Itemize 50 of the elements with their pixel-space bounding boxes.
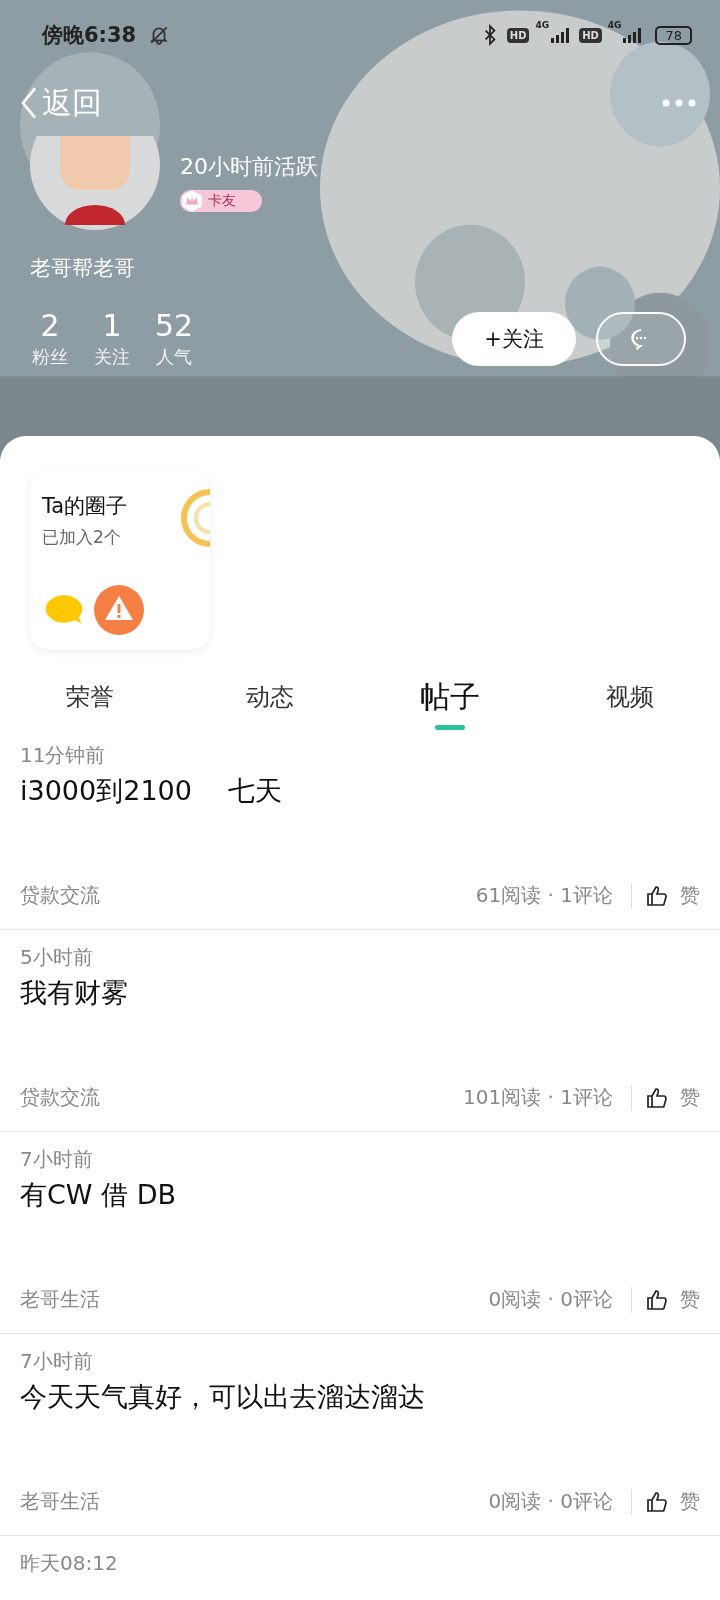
status-time: 傍晚6:38: [42, 22, 137, 49]
post-time: 昨天08:12: [20, 1550, 119, 1577]
stat-value: 1: [102, 308, 122, 343]
tab[interactable]: 帖子: [360, 666, 540, 728]
post-stats: 101阅读 · 1评论: [463, 1084, 613, 1111]
post-title[interactable]: 有CW 借 DB: [20, 1177, 700, 1213]
like-button[interactable]: 赞: [646, 882, 700, 909]
post-category[interactable]: 贷款交流: [20, 1084, 100, 1111]
thumbs-up-icon: [646, 1490, 668, 1513]
stat-label: 关注: [94, 345, 130, 369]
thumbs-up-icon: [646, 884, 668, 907]
like-button[interactable]: 赞: [646, 1286, 700, 1313]
stat-label: 粉丝: [32, 345, 68, 369]
stat-value: 2: [40, 308, 60, 343]
last-active-text: 20小时前活跃: [180, 153, 318, 181]
stat-value: 52: [154, 308, 194, 343]
network-label: 4G: [535, 20, 550, 30]
stat-label: 人气: [156, 345, 192, 369]
message-button[interactable]: [596, 311, 686, 366]
badge-text: 卡友: [208, 192, 236, 210]
like-button[interactable]: 赞: [646, 1084, 700, 1111]
post-stats: 0阅读 · 0评论: [488, 1286, 613, 1313]
post-time: 5小时前: [20, 944, 94, 971]
user-signature: 老哥帮老哥: [30, 255, 136, 282]
post-stats: 0阅读 · 0评论: [488, 1488, 613, 1515]
post-title[interactable]: 我有财雾: [20, 975, 700, 1011]
tab[interactable]: 荣誉: [0, 666, 180, 728]
circles-count: 已加入2个: [42, 526, 122, 549]
circles-card[interactable]: Ta的圈子 已加入2个: [30, 470, 210, 650]
post-category[interactable]: 老哥生活: [20, 1488, 100, 1515]
back-icon: [20, 86, 38, 120]
post-stats: 61阅读 · 1评论: [475, 882, 613, 909]
circles-title: Ta的圈子: [42, 493, 128, 520]
post-time: 7小时前: [20, 1348, 94, 1375]
more-icon[interactable]: [662, 99, 696, 107]
like-button[interactable]: 赞: [646, 1488, 700, 1515]
thumbs-up-icon: [646, 1086, 668, 1109]
tab[interactable]: 视频: [540, 666, 720, 728]
network-label: 4G: [607, 20, 622, 30]
post-title[interactable]: 今天天气真好，可以出去溜达溜达: [20, 1379, 700, 1415]
crown-icon: [180, 189, 204, 213]
tab[interactable]: 动态: [180, 666, 360, 728]
post-category[interactable]: 贷款交流: [20, 882, 100, 909]
post-time: 7小时前: [20, 1146, 94, 1173]
post-category[interactable]: 老哥生活: [20, 1286, 100, 1313]
warning-icon: [94, 585, 144, 635]
post-title[interactable]: i3000到2100 七天: [20, 773, 700, 809]
thumbs-up-icon: [646, 1288, 668, 1311]
battery-level: 78: [655, 25, 692, 45]
post-time: 11分钟前: [20, 742, 107, 769]
